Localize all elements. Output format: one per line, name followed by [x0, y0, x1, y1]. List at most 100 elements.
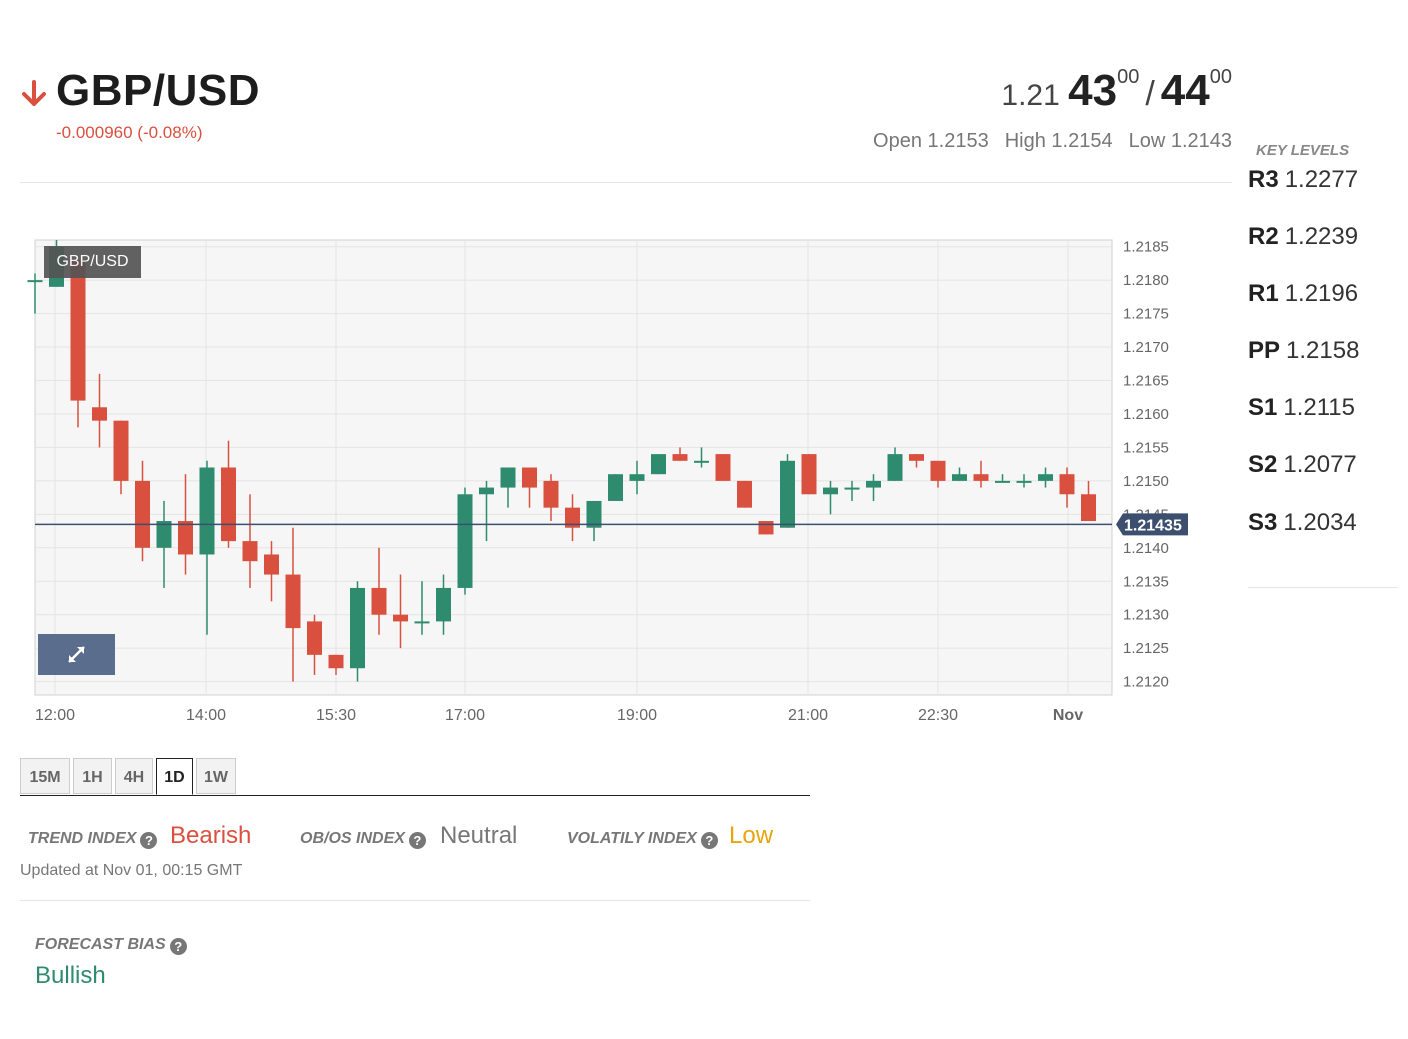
open-value: Open 1.2153: [873, 130, 989, 152]
candle: [651, 454, 666, 475]
candle-body: [264, 554, 279, 575]
key-level-s1: S1 1.2115: [1248, 394, 1355, 421]
bid-pip: 00: [1117, 66, 1140, 88]
candle-body: [651, 454, 666, 475]
candle-body: [393, 614, 408, 622]
candle-body: [328, 654, 344, 669]
x-tick-label: 22:30: [918, 707, 958, 724]
header-divider: [20, 182, 1232, 183]
expand-arrows-icon: [68, 646, 85, 663]
price-change: -0.000960 (-0.08%): [56, 123, 203, 142]
candle-body: [522, 467, 537, 488]
key-level-pp: PP 1.2158: [1248, 337, 1360, 364]
candle-body: [887, 454, 903, 481]
candle-body: [952, 474, 967, 481]
tab-15m[interactable]: 15M: [20, 758, 70, 794]
candle-body: [199, 467, 215, 555]
obos-index-label: OB/OS INDEX?: [300, 830, 426, 849]
candle-body: [70, 260, 86, 401]
candle-body: [909, 454, 924, 461]
y-tick-label: 1.2155: [1123, 439, 1169, 456]
y-tick-label: 1.2180: [1123, 272, 1169, 289]
candle-body: [135, 480, 150, 548]
expand-chart-button[interactable]: [38, 634, 115, 675]
candle: [758, 521, 774, 535]
candle-body: [758, 521, 774, 535]
candle: [457, 487, 473, 595]
x-tick-label: 12:00: [35, 707, 75, 724]
candle: [350, 581, 365, 682]
y-tick-label: 1.2120: [1123, 674, 1169, 691]
index-divider: [20, 900, 810, 901]
y-tick-label: 1.2150: [1123, 473, 1169, 490]
key-level-s3: S3 1.2034: [1248, 509, 1357, 536]
candle-body: [694, 460, 709, 463]
bid-ask-quote: 1.21 4300/4400: [1001, 66, 1232, 116]
chart-symbol-label: GBP/USD: [44, 246, 141, 278]
help-icon[interactable]: ?: [169, 938, 187, 955]
ask-pip: 00: [1209, 66, 1232, 88]
candle-body: [436, 587, 451, 622]
bid-big-figure: 43: [1068, 66, 1118, 115]
x-tick-label: 14:00: [186, 707, 226, 724]
forecast-bias-label: FORECAST BIAS?: [35, 936, 187, 955]
y-tick-label: 1.2160: [1123, 406, 1169, 423]
tab-1d[interactable]: 1D: [156, 758, 193, 795]
candle-body: [1081, 494, 1096, 522]
updated-timestamp: Updated at Nov 01, 00:15 GMT: [20, 862, 243, 879]
key-levels-title: KEY LEVELS: [1256, 142, 1350, 159]
candle-body: [715, 454, 731, 481]
candle-body: [500, 467, 516, 488]
candle-body: [973, 474, 989, 481]
x-tick-label: 19:00: [617, 707, 657, 724]
tab-1w[interactable]: 1W: [196, 758, 236, 794]
candle: [737, 480, 752, 508]
x-tick-label: 21:00: [788, 707, 828, 724]
high-value: High 1.2154: [1004, 130, 1113, 152]
y-tick-label: 1.2170: [1123, 339, 1169, 356]
tab-4h[interactable]: 4H: [115, 758, 153, 794]
obos-index-value: Neutral: [440, 822, 518, 849]
candle-body: [27, 280, 43, 283]
candle-body: [113, 420, 129, 481]
candle-body: [371, 587, 387, 615]
y-tick-label: 1.2140: [1123, 540, 1169, 557]
key-level-r2: R2 1.2239: [1248, 223, 1359, 250]
y-tick-label: 1.2165: [1123, 373, 1169, 390]
candle-body: [823, 487, 838, 495]
candle-body: [285, 574, 301, 629]
trend-index-label: TREND INDEX?: [28, 830, 158, 849]
x-axis: 12:00 14:00 15:30 17:00 19:00 21:00 22:30 Nov: [35, 707, 1083, 724]
candle: [801, 454, 817, 495]
candle-body: [414, 621, 430, 624]
candle-body: [672, 454, 688, 461]
y-axis: 1.2185 1.2180 1.2175 1.2170 1.2165 1.2160 1.21…: [1123, 239, 1169, 691]
help-icon[interactable]: ?: [140, 832, 158, 849]
help-icon[interactable]: ?: [408, 832, 426, 849]
volatility-index-value: Low: [729, 822, 774, 849]
candle-body: [1016, 480, 1032, 483]
help-icon[interactable]: ?: [700, 832, 718, 849]
y-tick-label: 1.2125: [1123, 640, 1169, 657]
chart-plot-area: [34, 239, 1113, 696]
key-level-s2: S2 1.2077: [1248, 451, 1357, 478]
trend-index-value: Bearish: [170, 822, 252, 849]
candlestick-chart[interactable]: 1.2185 1.2180 1.2175 1.2170 1.2165 1.2160 1.21…: [0, 230, 1240, 730]
pair-title: GBP/USD: [56, 66, 260, 115]
candle-body: [629, 474, 645, 481]
candle-body: [930, 460, 946, 481]
tab-1h[interactable]: 1H: [73, 758, 112, 794]
candle-body: [479, 487, 494, 495]
x-tick-label: Nov: [1053, 707, 1083, 724]
current-price-label: 1.21435: [1124, 517, 1182, 534]
ask-big-figure: 44: [1160, 66, 1210, 115]
candle-body: [1038, 474, 1053, 481]
quote-separator: /: [1145, 75, 1155, 113]
candle-body: [866, 480, 881, 488]
candle-body: [221, 467, 236, 542]
candle-body: [307, 621, 322, 655]
candle-body: [178, 521, 193, 555]
key-level-r3: R3 1.2277: [1248, 166, 1359, 193]
candle: [715, 454, 731, 481]
volatility-index-label: VOLATILY INDEX?: [567, 830, 718, 849]
